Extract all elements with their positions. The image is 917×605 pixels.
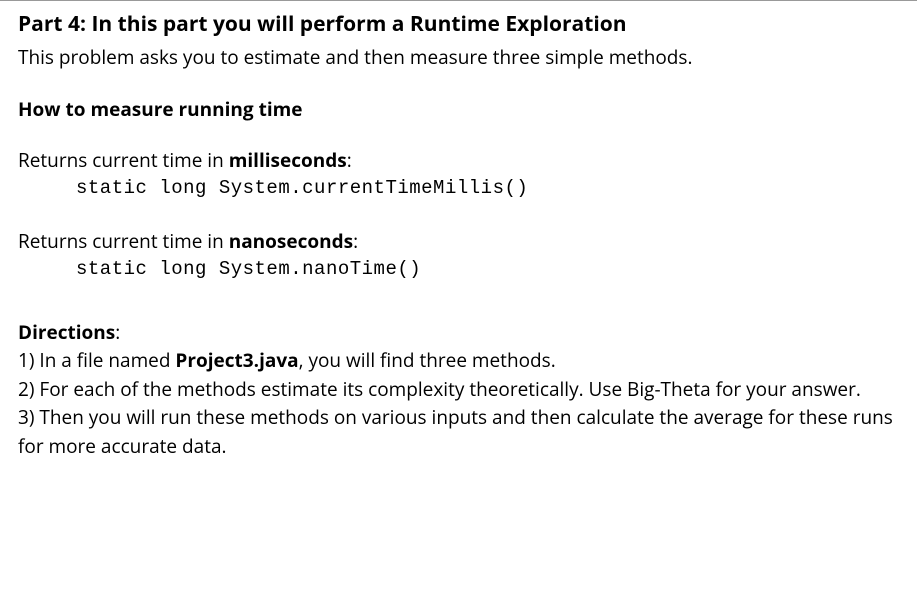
method-nano-suffix: :: [353, 228, 358, 254]
direction-item-3: 3) Then you will run these methods on va…: [18, 403, 893, 460]
directions-label-text: Directions: [18, 319, 115, 345]
direction-1-filename: Project3.java: [175, 347, 298, 373]
direction-item-1: 1) In a file named Project3.java, you wi…: [18, 346, 893, 375]
method-millis-prefix: Returns current time in: [18, 147, 229, 173]
directions-colon: :: [115, 319, 120, 345]
heading-prefix: Part 4:: [18, 10, 91, 38]
method-nano-code: static long System.nanoTime(): [18, 255, 893, 284]
direction-1-prefix: 1) In a file named: [18, 347, 175, 373]
intro-text: This problem asks you to estimate and th…: [18, 43, 893, 72]
method-nano-unit: nanoseconds: [229, 228, 353, 254]
direction-item-2: 2) For each of the methods estimate its …: [18, 375, 893, 404]
method-millis-unit: milliseconds: [229, 147, 347, 173]
direction-1-suffix: , you will find three methods.: [299, 347, 556, 373]
directions-label: Directions:: [18, 318, 893, 347]
subheading-measure: How to measure running time: [18, 95, 893, 124]
method-nano-prefix: Returns current time in: [18, 228, 229, 254]
method-millis-desc: Returns current time in milliseconds:: [18, 146, 893, 175]
method-millis-suffix: :: [347, 147, 352, 173]
heading-title: In this part you will perform a Runtime …: [91, 10, 626, 38]
method-nano-desc: Returns current time in nanoseconds:: [18, 227, 893, 256]
part-heading: Part 4: In this part you will perform a …: [18, 9, 893, 41]
method-millis-code: static long System.currentTimeMillis(): [18, 174, 893, 203]
